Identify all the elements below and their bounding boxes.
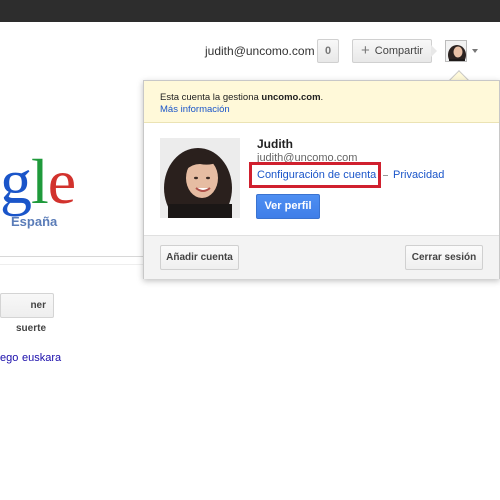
account-avatar-button[interactable] xyxy=(445,40,467,62)
sign-out-button[interactable]: Cerrar sesión xyxy=(405,245,483,270)
user-email[interactable]: judith@uncomo.com xyxy=(205,44,315,58)
chevron-down-icon[interactable] xyxy=(472,49,478,53)
share-button-label: Compartir xyxy=(374,45,424,57)
notifications-button[interactable]: 0 xyxy=(317,39,339,63)
top-black-bar xyxy=(0,0,500,22)
share-button[interactable]: + Compartir xyxy=(352,39,432,63)
language-link-euskara[interactable]: euskara xyxy=(22,352,61,364)
feeling-lucky-button[interactable]: ner suerte xyxy=(0,293,54,334)
privacy-link[interactable]: Privacidad xyxy=(393,169,444,181)
managed-account-notice: Esta cuenta la gestiona uncomo.com. Más … xyxy=(144,81,499,123)
account-name: Judith xyxy=(257,137,293,151)
profile-photo[interactable] xyxy=(160,138,240,218)
notice-text: Esta cuenta la gestiona uncomo.com. xyxy=(160,92,324,103)
view-profile-button[interactable]: Ver perfil xyxy=(256,194,320,219)
share-arrow-icon xyxy=(431,45,437,57)
plus-icon: + xyxy=(361,42,370,59)
profile-photo-image xyxy=(160,138,240,218)
popup-footer: Añadir cuenta Cerrar sesión xyxy=(144,235,499,279)
add-account-button[interactable]: Añadir cuenta xyxy=(160,245,239,270)
avatar-image xyxy=(446,41,466,61)
more-info-link[interactable]: Más información xyxy=(160,104,499,115)
google-logo-fragment: gle xyxy=(0,146,76,217)
link-separator xyxy=(383,175,388,176)
account-popup: Esta cuenta la gestiona uncomo.com. Más … xyxy=(143,80,500,279)
language-link-gallego[interactable]: ego xyxy=(0,352,18,364)
account-settings-link[interactable]: Configuración de cuenta xyxy=(257,169,376,181)
logo-country: España xyxy=(11,214,58,229)
